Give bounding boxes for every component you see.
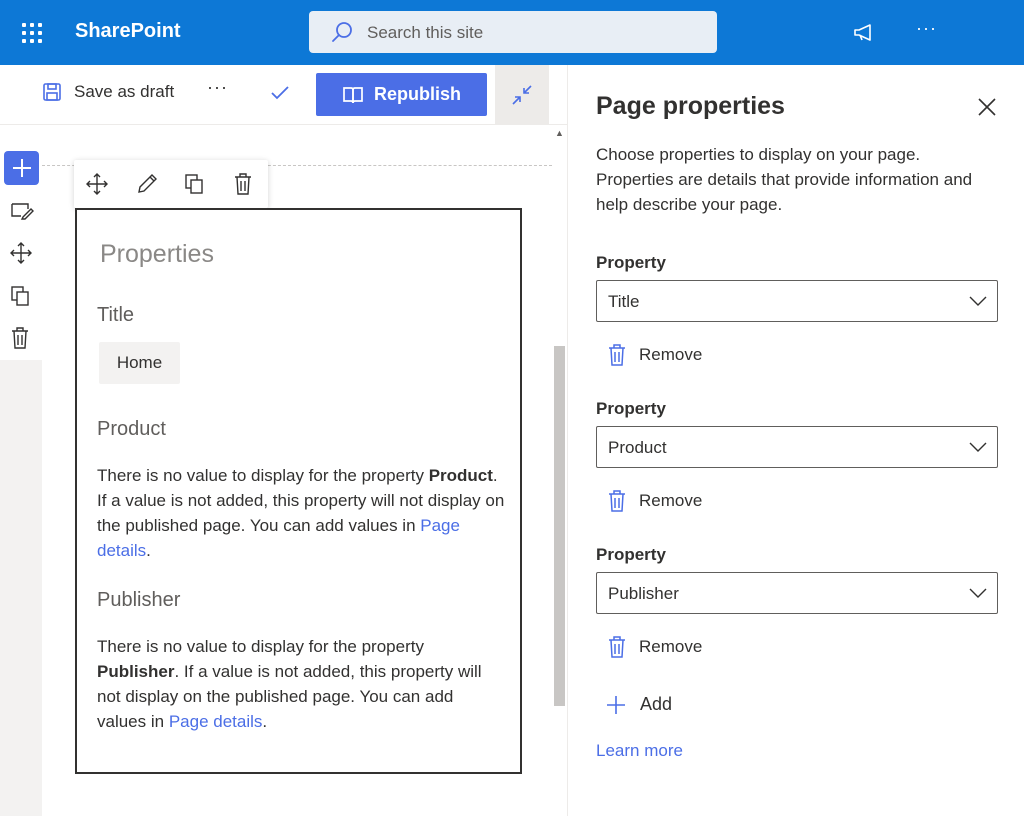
delete-webpart-icon[interactable] [233,173,253,195]
panel-title: Page properties [596,92,785,120]
more-options-button[interactable]: ··· [916,18,937,39]
product-msg-prefix: There is no value to display for the pro… [97,466,429,485]
dropdown-value: Title [608,292,640,311]
publisher-msg-bold: Publisher [97,662,175,681]
move-webpart-icon[interactable] [86,173,108,195]
dropdown-value: Product [608,438,667,457]
chevron-down-icon [969,296,987,306]
save-as-draft-button[interactable]: Save as draft [42,82,174,102]
publisher-empty-message: There is no value to display for the pro… [97,634,507,734]
trash-icon [609,344,625,366]
command-bar: Save as draft ··· Republish [0,65,567,125]
plus-icon [12,159,31,177]
book-icon [343,86,363,103]
duplicate-section-icon[interactable] [10,285,32,307]
search-icon [332,22,352,42]
megaphone-icon[interactable] [852,23,876,43]
page-properties-panel: Page properties Choose properties to dis… [567,65,1024,816]
plus-icon [607,695,625,714]
search-placeholder: Search this site [367,23,484,42]
chevron-down-icon [969,442,987,452]
remove-property-2-button[interactable]: Remove [608,490,702,512]
scrollbar-thumb[interactable] [554,346,565,706]
duplicate-webpart-icon[interactable] [184,173,206,195]
add-property-button[interactable]: Add [606,694,672,715]
webpart-toolbar [74,160,268,208]
remove-property-3-button[interactable]: Remove [608,636,702,658]
collapse-button[interactable] [495,65,549,125]
add-label: Add [640,694,673,714]
field-label-title: Title [97,304,135,326]
remove-label: Remove [639,345,703,364]
republish-button[interactable]: Republish [316,73,487,116]
remove-property-1-button[interactable]: Remove [608,344,702,366]
learn-more-link[interactable]: Learn more [596,741,683,761]
collapse-icon [512,85,532,105]
republish-label: Republish [373,84,461,104]
publisher-page-details-link[interactable]: Page details [169,712,263,731]
webpart-title: Properties [100,240,214,268]
product-msg-end: . [146,541,151,560]
scroll-up-arrow-icon[interactable]: ▲ [555,128,564,138]
chevron-down-icon [969,588,987,598]
dropdown-value: Publisher [608,584,679,603]
command-more-button[interactable]: ··· [207,77,228,98]
field-label-product: Product [97,418,166,440]
product-empty-message: There is no value to display for the pro… [97,463,507,563]
property-dropdown-publisher[interactable]: Publisher [596,572,998,614]
title-value-chip: Home [99,342,180,384]
close-icon[interactable] [977,97,997,117]
remove-label: Remove [639,637,703,656]
panel-description: Choose properties to display on your pag… [596,145,973,214]
save-as-draft-label: Save as draft [74,82,175,101]
product-msg-bold: Product [428,466,493,485]
property-dropdown-title[interactable]: Title [596,280,998,322]
trash-icon [609,490,625,512]
delete-section-icon[interactable] [10,327,30,349]
publisher-msg-prefix: There is no value to display for the pro… [97,637,424,656]
trash-icon [609,636,625,658]
add-section-button[interactable] [4,151,39,185]
remove-label: Remove [639,491,703,510]
title-value: Home [116,353,163,372]
move-section-icon[interactable] [10,242,32,264]
publisher-msg-end: . [262,712,268,731]
checkmark-icon[interactable] [270,84,290,102]
brand-title[interactable]: SharePoint [75,20,181,43]
suite-bar: SharePoint Search this site ··· [0,0,1024,65]
app-launcher-icon[interactable] [22,23,42,43]
property-label-3: Property [596,545,666,564]
edit-webpart-icon[interactable] [136,173,158,195]
save-icon [43,83,61,101]
property-label-2: Property [596,399,666,418]
property-dropdown-product[interactable]: Product [596,426,998,468]
edit-section-icon[interactable] [10,200,34,220]
properties-webpart[interactable]: Properties Title Home Product There is n… [75,208,522,774]
field-label-publisher: Publisher [97,589,181,611]
search-input[interactable]: Search this site [309,11,717,53]
property-label-1: Property [596,253,666,272]
